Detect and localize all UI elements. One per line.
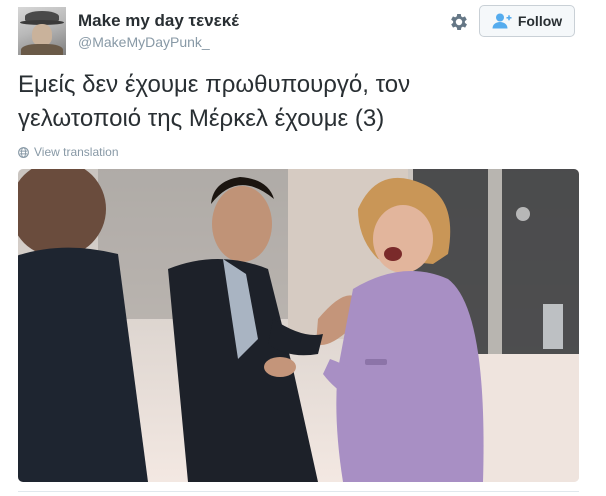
tweet-text-line-1: Εμείς δεν έχουμε πρωθυπουργό, τον [18, 71, 411, 98]
tweet-text: Εμείς δεν έχουμε πρωθυπουργό, τον γελωτο… [18, 68, 588, 136]
avatar-poncho [21, 44, 63, 55]
avatar-face [32, 24, 52, 46]
follow-label: Follow [517, 13, 563, 29]
display-name[interactable]: Make my day τενεκέ [78, 11, 239, 31]
screen-name[interactable]: @MakeMyDayPunk_ [78, 34, 210, 50]
photo-image [18, 169, 579, 482]
follow-button[interactable]: Follow [479, 5, 575, 37]
user-avatar[interactable] [18, 7, 66, 55]
view-translation-link[interactable]: View translation [18, 145, 119, 159]
globe-icon [18, 146, 29, 158]
divider [18, 491, 579, 492]
tweet-photo[interactable] [18, 169, 579, 482]
tweet-header: Make my day τενεκέ @MakeMyDayPunk_ Follo… [18, 5, 588, 55]
gear-icon[interactable] [448, 11, 470, 33]
tweet-text-line-2: γελωτοποιό της Μέρκελ έχουμε (3) [18, 105, 385, 132]
add-user-icon [492, 13, 512, 29]
view-translation-label: View translation [34, 145, 119, 159]
